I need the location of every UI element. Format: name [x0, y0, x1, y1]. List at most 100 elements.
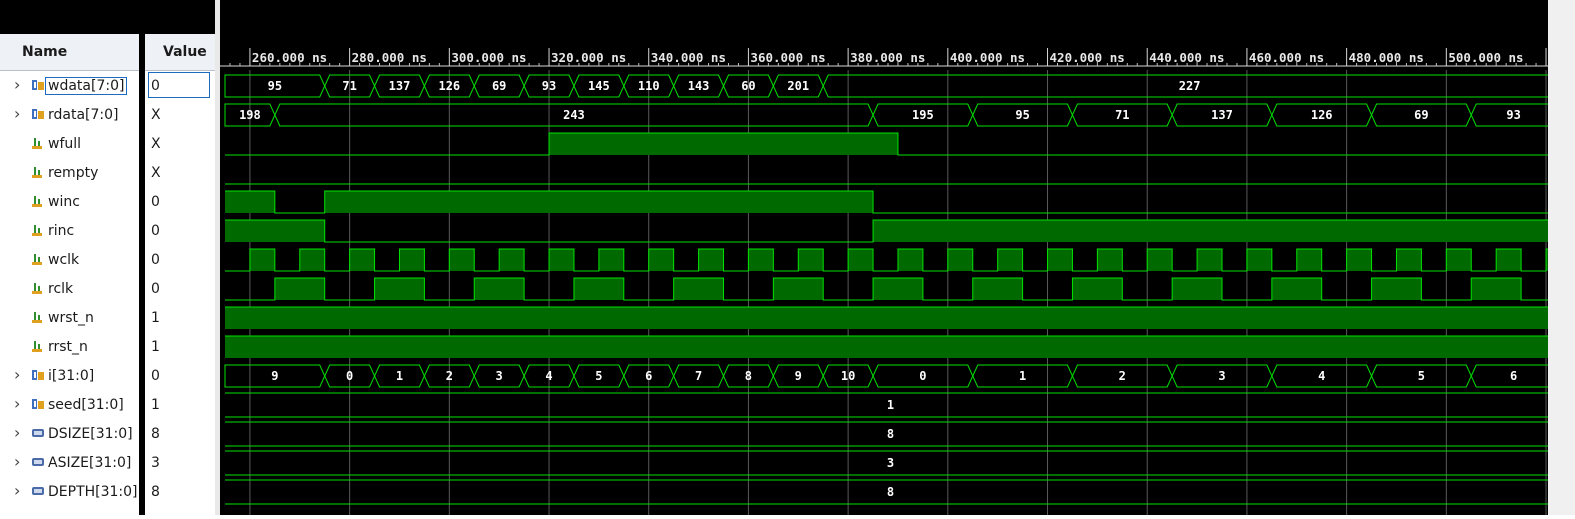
bus-value-label: 1: [887, 398, 894, 412]
ruler-tick-label: 500.000 ns: [1448, 50, 1523, 65]
waveform-rdata-7-0[interactable]: 198 243 195 95 71 137 126 69 93: [224, 103, 1557, 127]
waveform-i-31-0[interactable]: 9 0 1 2 3 4 5 6 7 8 9 10 0 1 2 3 4 5 6: [224, 364, 1557, 388]
signal-value-cell[interactable]: 0: [145, 275, 215, 304]
ruler-tick-label: 460.000 ns: [1249, 50, 1324, 65]
high-level-fill: [374, 278, 425, 300]
bus-value-label: 201: [787, 79, 809, 93]
bus-value-label: 137: [1211, 108, 1233, 122]
signal-value-cell[interactable]: 1: [145, 304, 215, 333]
bus-value-label: 7: [695, 369, 702, 383]
signal-row-wdata-7-0[interactable]: › wdata[7:0]: [0, 72, 139, 101]
high-level-fill: [274, 278, 325, 300]
signal-row-rdata-7-0[interactable]: › rdata[7:0]: [0, 101, 139, 130]
signal-value: 0: [151, 281, 160, 297]
expand-chevron-icon[interactable]: ›: [14, 75, 20, 94]
bus-value-label: 60: [741, 79, 755, 93]
waveform-wrst-n[interactable]: [225, 306, 1556, 329]
expand-chevron-icon[interactable]: ›: [14, 104, 20, 123]
bus-value-label: 0: [919, 369, 926, 383]
high-level-fill: [798, 249, 824, 271]
ruler-tick-label: 260.000 ns: [252, 50, 327, 65]
signal-row-rinc[interactable]: rinc: [0, 217, 139, 246]
waveform-wclk[interactable]: [225, 248, 1556, 272]
name-column-header[interactable]: Name: [0, 34, 139, 71]
signal-row-depth-31-0[interactable]: › DEPTH[31:0]: [0, 478, 139, 507]
waveform-canvas[interactable]: 260.000 ns 280.000 ns 300.000 ns 320.000 ns…: [220, 0, 1571, 515]
time-ruler[interactable]: 260.000 ns 280.000 ns 300.000 ns 320.000 ns…: [220, 48, 1571, 67]
high-level-fill: [474, 278, 525, 300]
bit-icon: [31, 195, 43, 213]
high-level-fill: [225, 336, 1556, 358]
signal-name: wdata[7:0]: [44, 77, 128, 95]
signal-row-winc[interactable]: winc: [0, 188, 139, 217]
waveform-depth-31-0[interactable]: 8: [225, 479, 1556, 505]
bus-value-label: 95: [268, 79, 282, 93]
signal-value: 1: [151, 310, 160, 326]
high-level-fill: [1396, 249, 1422, 271]
waveform-rclk[interactable]: [225, 277, 1556, 301]
high-level-fill: [1172, 278, 1222, 300]
signal-value-cell[interactable]: 3: [145, 449, 215, 478]
signal-value-cell[interactable]: 0: [145, 246, 215, 275]
bit-icon: [31, 340, 43, 358]
signal-value-cell[interactable]: X: [145, 130, 215, 159]
waveform-seed-31-0[interactable]: 1: [225, 392, 1556, 418]
signal-row-seed-31-0[interactable]: › seed[31:0]: [0, 391, 139, 420]
high-level-fill: [324, 191, 874, 213]
bus-value-label: 4: [545, 369, 552, 383]
signal-value-cell[interactable]: 1: [145, 391, 215, 420]
expand-chevron-icon[interactable]: ›: [14, 365, 20, 384]
signal-value-cell[interactable]: 8: [145, 478, 215, 507]
ruler-tick-label: 360.000 ns: [750, 50, 825, 65]
high-level-fill: [1097, 249, 1123, 271]
signal-row-wclk[interactable]: wclk: [0, 246, 139, 275]
bus-value-label: 8: [745, 369, 752, 383]
waveform-panel[interactable]: 260.000 ns 280.000 ns 300.000 ns 320.000 ns…: [220, 0, 1571, 515]
expand-chevron-icon[interactable]: ›: [14, 423, 20, 442]
bus-value-label: 10: [841, 369, 855, 383]
ruler-tick-label: 280.000 ns: [352, 50, 427, 65]
bus-value-label: 1: [396, 369, 403, 383]
signal-value-cell[interactable]: 0: [145, 362, 215, 391]
waveform-wfull[interactable]: [225, 132, 1556, 156]
signal-row-i-31-0[interactable]: › i[31:0]: [0, 362, 139, 391]
signal-row-rrst-n[interactable]: rrst_n: [0, 333, 139, 362]
waveform-asize-31-0[interactable]: 3: [225, 450, 1556, 476]
bus-value-label: 5: [1418, 369, 1425, 383]
bus-value-label: 1: [1019, 369, 1026, 383]
signal-value-cell[interactable]: 8: [145, 420, 215, 449]
signal-row-rclk[interactable]: rclk: [0, 275, 139, 304]
left-top-bar: [0, 0, 215, 34]
high-level-fill: [673, 278, 724, 300]
signal-value: 0: [151, 252, 160, 268]
waveform-rinc[interactable]: [225, 219, 1556, 243]
high-level-fill: [748, 249, 774, 271]
signal-value-cell[interactable]: 1: [145, 333, 215, 362]
param-icon: [31, 427, 45, 443]
waveform-wdata-7-0[interactable]: 95 71 137 126 69 93 145 110 143 60 201 227: [224, 74, 1557, 98]
signal-row-asize-31-0[interactable]: › ASIZE[31:0]: [0, 449, 139, 478]
waveform-rrst-n[interactable]: [225, 335, 1556, 358]
bit-icon: [31, 311, 43, 329]
signal-row-wrst-n[interactable]: wrst_n: [0, 304, 139, 333]
waveform-winc[interactable]: [225, 190, 1556, 214]
signal-row-dsize-31-0[interactable]: › DSIZE[31:0]: [0, 420, 139, 449]
signal-row-wfull[interactable]: wfull: [0, 130, 139, 159]
high-level-fill: [1197, 249, 1222, 271]
signal-value-cell[interactable]: 0: [145, 217, 215, 246]
expand-chevron-icon[interactable]: ›: [14, 481, 20, 500]
right-scrollbar[interactable]: [1548, 0, 1575, 515]
signal-value-cell[interactable]: 0: [145, 188, 215, 217]
expand-chevron-icon[interactable]: ›: [14, 452, 20, 471]
signal-value-cell[interactable]: 0: [145, 72, 215, 101]
signal-value-cell[interactable]: X: [145, 159, 215, 188]
high-level-fill: [947, 249, 973, 271]
expand-chevron-icon[interactable]: ›: [14, 394, 20, 413]
signal-row-rempty[interactable]: rempty: [0, 159, 139, 188]
high-level-fill: [897, 249, 923, 271]
value-column-header[interactable]: Value: [145, 34, 215, 71]
signal-value: X: [151, 107, 161, 123]
signal-value-cell[interactable]: X: [145, 101, 215, 130]
ruler-tick-label: 480.000 ns: [1349, 50, 1424, 65]
waveform-dsize-31-0[interactable]: 8: [225, 421, 1556, 447]
